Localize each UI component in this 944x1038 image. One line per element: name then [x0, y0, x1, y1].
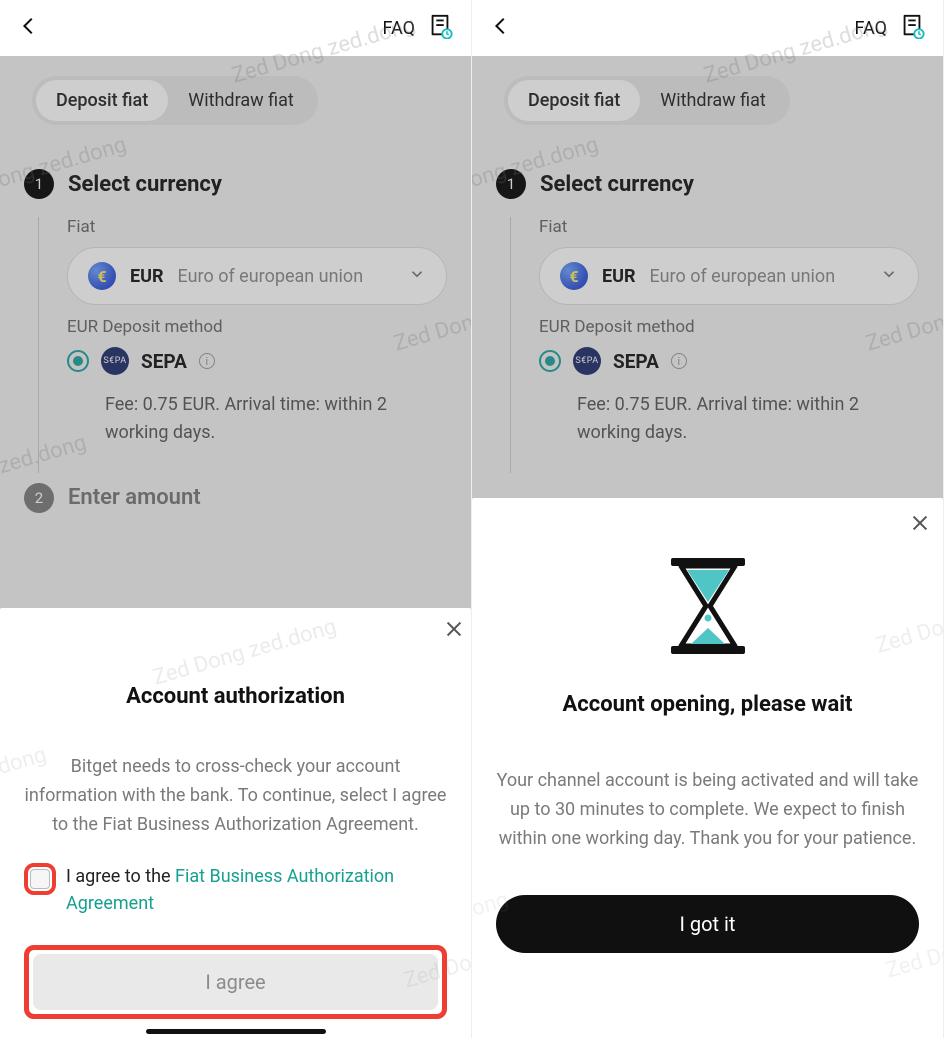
- step-number: 1: [24, 169, 54, 199]
- currency-code: EUR: [130, 266, 164, 287]
- tab-deposit[interactable]: Deposit fiat: [508, 80, 640, 121]
- agree-button[interactable]: I agree: [33, 954, 438, 1010]
- close-icon[interactable]: [443, 618, 465, 644]
- fiat-label: Fiat: [67, 217, 447, 237]
- sepa-icon: S€PA: [101, 347, 129, 375]
- back-icon[interactable]: [18, 15, 40, 41]
- wait-sheet: Zed Dong zed.dong Zed Dong zed.dong Zed …: [472, 498, 943, 1038]
- info-icon[interactable]: i: [199, 353, 215, 369]
- euro-icon: €: [88, 262, 116, 290]
- gotit-button[interactable]: I got it: [496, 895, 919, 953]
- method-label: EUR Deposit method: [67, 317, 447, 337]
- agree-button-highlight: I agree: [24, 945, 447, 1019]
- chevron-down-icon: [880, 265, 898, 287]
- watermark: Zed Dong zed.dong: [150, 614, 339, 690]
- step-number: 1: [496, 169, 526, 199]
- faq-link[interactable]: FAQ: [855, 18, 887, 39]
- history-icon[interactable]: [899, 13, 925, 43]
- step-2-header: 2 Enter amount: [24, 483, 447, 513]
- tab-deposit[interactable]: Deposit fiat: [36, 80, 168, 121]
- step-1-body: Fiat € EUR Euro of european union EUR De…: [38, 217, 447, 473]
- fee-text: Fee: 0.75 EUR. Arrival time: within 2 wo…: [105, 391, 447, 447]
- hourglass-icon: [496, 556, 919, 656]
- currency-select[interactable]: € EUR Euro of european union: [67, 247, 447, 305]
- panel-left: FAQ Zed Dong zed.dong Zed Dong zed.dong …: [0, 0, 472, 1038]
- method-label: EUR Deposit method: [539, 317, 919, 337]
- step-title: Select currency: [540, 172, 694, 197]
- method-radio[interactable]: S€PA SEPA i: [67, 347, 447, 375]
- method-name: SEPA: [141, 350, 187, 373]
- step-number: 2: [24, 483, 54, 513]
- fee-text: Fee: 0.75 EUR. Arrival time: within 2 wo…: [577, 391, 919, 447]
- info-icon[interactable]: i: [671, 353, 687, 369]
- agree-prefix: I agree to the: [66, 866, 175, 887]
- method-radio[interactable]: S€PA SEPA i: [539, 347, 919, 375]
- currency-name: Euro of european union: [650, 266, 866, 287]
- step-1-header: 1 Select currency: [496, 169, 919, 199]
- close-icon[interactable]: [909, 512, 931, 538]
- currency-name: Euro of european union: [178, 266, 394, 287]
- step-title: Select currency: [68, 172, 222, 197]
- method-name: SEPA: [613, 350, 659, 373]
- fiat-tabs: Deposit fiat Withdraw fiat: [504, 76, 790, 125]
- sheet-body: Bitget needs to cross-check your account…: [24, 753, 447, 839]
- agree-checkbox[interactable]: [30, 869, 50, 889]
- topbar: FAQ: [472, 0, 943, 56]
- agree-row: I agree to the Fiat Business Authorizati…: [24, 863, 447, 917]
- topbar: FAQ: [0, 0, 471, 56]
- currency-code: EUR: [602, 266, 636, 287]
- faq-link[interactable]: FAQ: [383, 18, 415, 39]
- sepa-icon: S€PA: [573, 347, 601, 375]
- back-icon[interactable]: [490, 15, 512, 41]
- currency-select[interactable]: € EUR Euro of european union: [539, 247, 919, 305]
- euro-icon: €: [560, 262, 588, 290]
- fiat-tabs: Deposit fiat Withdraw fiat: [32, 76, 318, 125]
- panel-right: FAQ Zed Dong zed.dong Zed Dong zed.dong …: [472, 0, 944, 1038]
- sheet-title: Account opening, please wait: [496, 692, 919, 717]
- checkbox-highlight: [24, 863, 56, 895]
- sheet-body: Your channel account is being activated …: [496, 767, 919, 853]
- history-icon[interactable]: [427, 13, 453, 43]
- radio-icon: [67, 350, 89, 372]
- radio-icon: [539, 350, 561, 372]
- tab-withdraw[interactable]: Withdraw fiat: [168, 80, 314, 121]
- step-title: Enter amount: [68, 485, 201, 510]
- sheet-title: Account authorization: [24, 684, 447, 709]
- step-1-header: 1 Select currency: [24, 169, 447, 199]
- fiat-label: Fiat: [539, 217, 919, 237]
- step-1-body: Fiat € EUR Euro of european union EUR De…: [510, 217, 919, 473]
- home-indicator: [0, 1016, 471, 1038]
- agree-text: I agree to the Fiat Business Authorizati…: [66, 863, 447, 917]
- tab-withdraw[interactable]: Withdraw fiat: [640, 80, 786, 121]
- chevron-down-icon: [408, 265, 426, 287]
- auth-sheet: Zed Dong zed.dong Zed Dong zed.dong Zed …: [0, 608, 471, 1038]
